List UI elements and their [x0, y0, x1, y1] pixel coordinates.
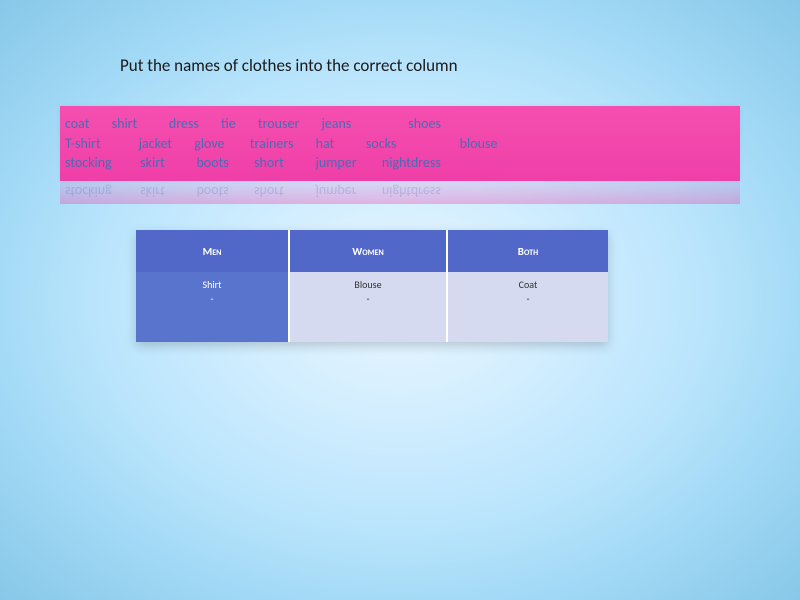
cell-men-item: Shirt — [136, 278, 288, 292]
word-bank-line-1: coat shirt dress tie trouser jeans shoes — [65, 114, 735, 134]
word-bank: coat shirt dress tie trouser jeans shoes… — [60, 106, 740, 181]
cell-both-item: - — [448, 292, 608, 306]
header-men: Men — [136, 230, 289, 272]
sort-table: Men Women Both Shirt - Blouse - Coat - — [136, 230, 608, 342]
table-header-row: Men Women Both — [136, 230, 608, 272]
slide-title: Put the names of clothes into the correc… — [120, 55, 458, 76]
header-women: Women — [289, 230, 447, 272]
word-bank-line-2: T-shirt jacket glove trainers hat socks … — [65, 134, 735, 154]
cell-both: Coat - — [447, 272, 608, 342]
header-both: Both — [447, 230, 608, 272]
cell-women-item: - — [290, 292, 446, 306]
cell-women: Blouse - — [289, 272, 447, 342]
cell-women-item: Blouse — [290, 278, 446, 292]
word-bank-reflection: stocking skirt boots short jumper nightd… — [60, 172, 740, 204]
cell-men: Shirt - — [136, 272, 289, 342]
table-row: Shirt - Blouse - Coat - — [136, 272, 608, 342]
word-bank-line-3: stocking skirt boots short jumper nightd… — [65, 153, 735, 173]
cell-both-item: Coat — [448, 278, 608, 292]
cell-men-item: - — [136, 292, 288, 306]
